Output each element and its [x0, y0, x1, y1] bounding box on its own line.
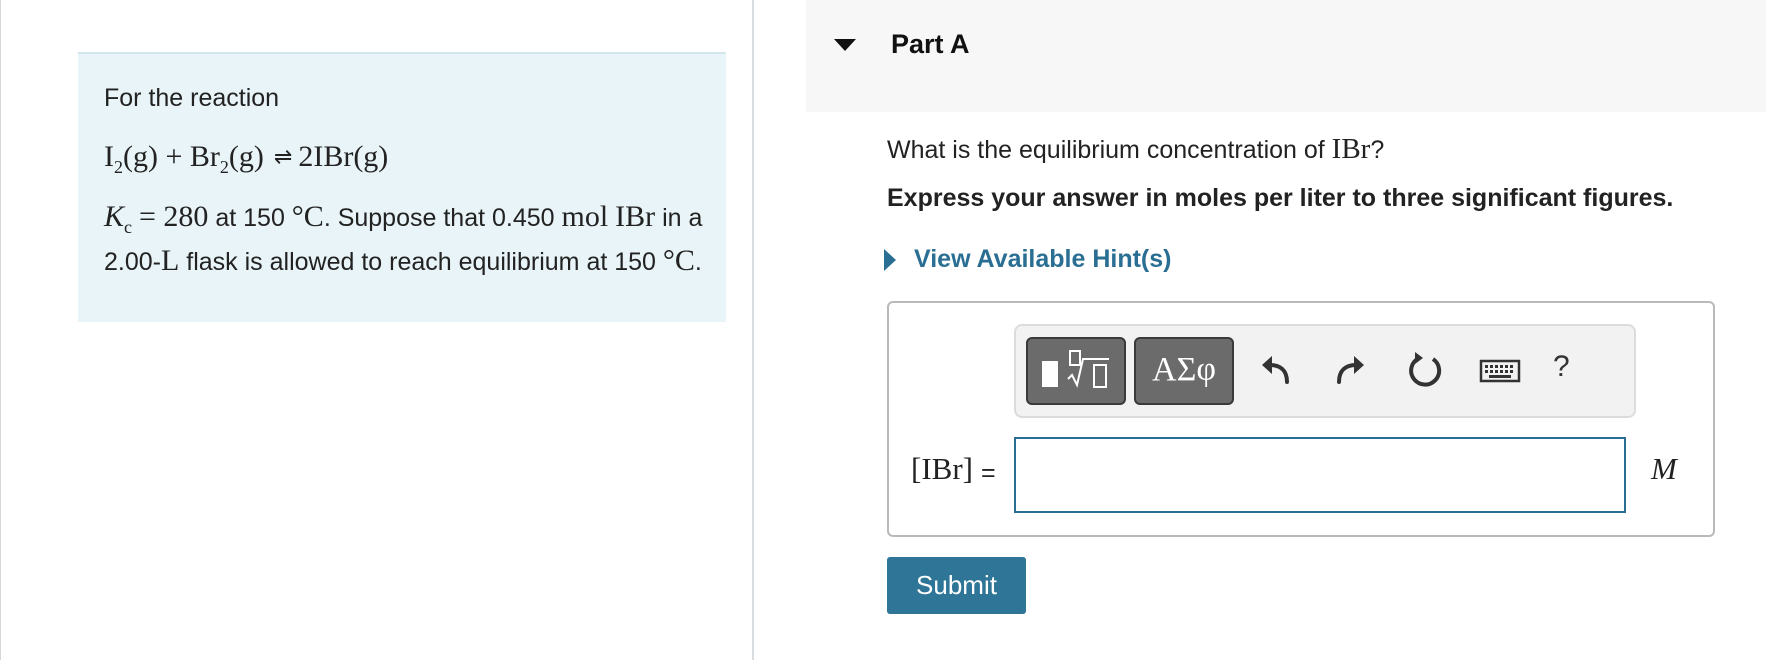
symbols-button[interactable]: ΑΣφ — [1134, 337, 1234, 405]
body-text-4: flask is allowed to reach equilibrium at… — [179, 248, 663, 276]
ibr-species: IBr — [615, 200, 656, 233]
answer-label: [IBr] — [911, 451, 973, 486]
answer-input[interactable] — [1014, 437, 1626, 513]
reactant-i2: I2(g) — [104, 140, 158, 177]
liter-unit: L — [160, 244, 180, 277]
temp-unit-2: °C — [662, 244, 695, 277]
reset-icon[interactable] — [1402, 348, 1448, 394]
part-title: Part A — [891, 29, 970, 59]
redo-icon[interactable] — [1327, 348, 1373, 394]
body-text-2: . Suppose that 0.450 — [323, 204, 562, 232]
collapse-caret-icon[interactable] — [834, 39, 856, 51]
math-toolbar: ΑΣφ ? — [1014, 324, 1636, 418]
kc-value: = 280 — [138, 200, 209, 233]
answer-instruction: Express your answer in moles per liter t… — [887, 184, 1674, 212]
plus-sign: + — [165, 140, 183, 173]
question-text: What is the equilibrium concentration of… — [887, 133, 1385, 165]
problem-intro: For the reaction — [104, 84, 280, 112]
expand-caret-icon — [884, 248, 896, 271]
kc-symbol: Kc — [104, 200, 133, 237]
help-button[interactable]: ? — [1553, 350, 1570, 384]
keyboard-icon[interactable] — [1477, 348, 1523, 394]
answer-box: ΑΣφ ? [IBr] = M — [887, 301, 1715, 537]
temp-unit-1: °C — [291, 200, 324, 233]
hint-label[interactable]: View Available Hint(s) — [914, 245, 1171, 274]
product-ibr: 2IBr(g) — [298, 140, 389, 173]
templates-button[interactable] — [1026, 337, 1126, 405]
submit-button[interactable]: Submit — [887, 557, 1026, 614]
mol-unit: mol — [561, 200, 609, 233]
left-border — [0, 0, 1, 660]
answer-unit: M — [1651, 451, 1677, 486]
answer-equals: = — [981, 459, 996, 487]
question-species: IBr — [1331, 133, 1371, 165]
reactant-br2: Br2(g) — [189, 140, 264, 177]
body-text-1: at 150 — [208, 204, 292, 232]
problem-statement: For the reaction I2(g) + Br2(g) ⇌ 2IBr(g) … — [78, 52, 726, 322]
part-header[interactable]: Part A — [806, 0, 1766, 112]
view-hints-link[interactable]: View Available Hint(s) — [884, 245, 1171, 274]
reaction-equation: I2(g) + Br2(g) ⇌ 2IBr(g) — [104, 140, 388, 178]
equilibrium-arrows: ⇌ — [273, 144, 293, 169]
undo-icon[interactable] — [1253, 348, 1299, 394]
problem-body: Kc = 280 at 150 °C. Suppose that 0.450 m… — [104, 200, 704, 279]
body-text-5: . — [694, 248, 702, 276]
pane-divider — [752, 0, 754, 660]
templates-icon — [1042, 350, 1109, 388]
